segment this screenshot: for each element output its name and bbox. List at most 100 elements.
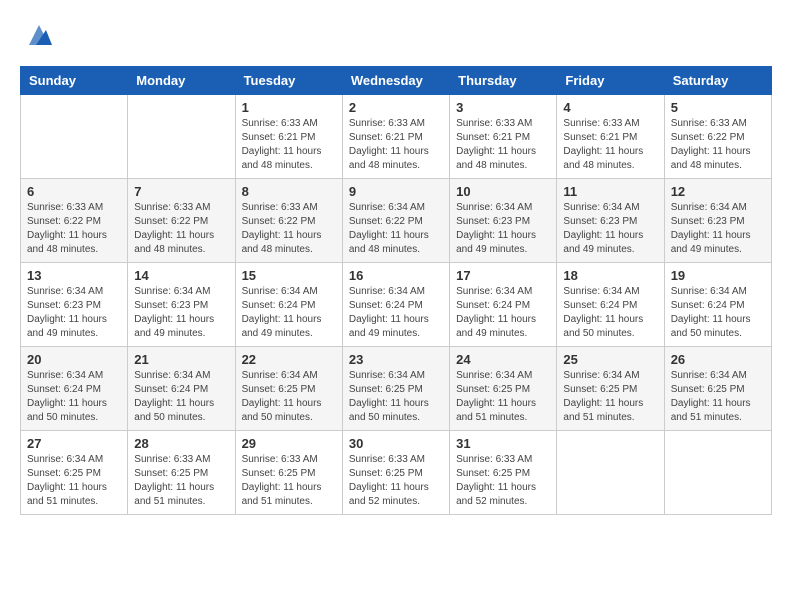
calendar-cell: 25Sunrise: 6:34 AM Sunset: 6:25 PM Dayli… <box>557 347 664 431</box>
calendar-cell <box>664 431 771 515</box>
calendar-header-row: SundayMondayTuesdayWednesdayThursdayFrid… <box>21 67 772 95</box>
day-number: 2 <box>349 100 443 115</box>
calendar-cell: 30Sunrise: 6:33 AM Sunset: 6:25 PM Dayli… <box>342 431 449 515</box>
day-info: Sunrise: 6:34 AM Sunset: 6:22 PM Dayligh… <box>349 201 443 257</box>
day-info: Sunrise: 6:33 AM Sunset: 6:25 PM Dayligh… <box>242 453 336 509</box>
calendar-week-row: 20 Sunrise: 6:34 AM Sunset: 6:24 PM Dayli… <box>21 347 772 431</box>
day-info: Sunrise: 6:34 AM Sunset: 6:23 PM Dayligh… <box>671 201 765 257</box>
day-info: Sunrise: 6:34 AM Sunset: 6:24 PM Dayligh… <box>134 369 228 425</box>
calendar-cell: 24 Sunrise: 6:34 AM Sunset: 6:25 PM Dayli… <box>450 347 557 431</box>
calendar-cell: 23 Sunrise: 6:34 AM Sunset: 6:25 PM Dayli… <box>342 347 449 431</box>
weekday-header: Tuesday <box>235 67 342 95</box>
calendar-cell: 29 Sunrise: 6:33 AM Sunset: 6:25 PM Dayli… <box>235 431 342 515</box>
day-number: 17 <box>456 268 550 283</box>
weekday-header: Thursday <box>450 67 557 95</box>
day-number: 29 <box>242 436 336 451</box>
day-info: Sunrise: 6:34 AM Sunset: 6:24 PM Dayligh… <box>671 285 765 341</box>
calendar-cell: 14 Sunrise: 6:34 AM Sunset: 6:23 PM Dayli… <box>128 263 235 347</box>
day-info: Sunrise: 6:34 AM Sunset: 6:23 PM Dayligh… <box>456 201 550 257</box>
day-number: 6 <box>27 184 121 199</box>
day-number: 21 <box>134 352 228 367</box>
day-number: 10 <box>456 184 550 199</box>
day-info: Sunrise: 6:34 AM Sunset: 6:24 PM Dayligh… <box>242 285 336 341</box>
calendar-cell: 13 Sunrise: 6:34 AM Sunset: 6:23 PM Dayli… <box>21 263 128 347</box>
day-info: Sunrise: 6:33 AM Sunset: 6:21 PM Dayligh… <box>349 117 443 173</box>
day-info: Sunrise: 6:34 AM Sunset: 6:24 PM Dayligh… <box>27 369 121 425</box>
day-number: 16 <box>349 268 443 283</box>
calendar-cell: 28 Sunrise: 6:33 AM Sunset: 6:25 PM Dayli… <box>128 431 235 515</box>
day-info: Sunrise: 6:34 AM Sunset: 6:23 PM Dayligh… <box>134 285 228 341</box>
day-info: Sunrise: 6:34 AM Sunset: 6:25 PM Dayligh… <box>671 369 765 425</box>
day-number: 4 <box>563 100 657 115</box>
day-number: 22 <box>242 352 336 367</box>
calendar-cell: 17 Sunrise: 6:34 AM Sunset: 6:24 PM Dayli… <box>450 263 557 347</box>
day-info: Sunrise: 6:34 AM Sunset: 6:25 PM Dayligh… <box>563 369 657 425</box>
day-number: 1 <box>242 100 336 115</box>
day-number: 14 <box>134 268 228 283</box>
calendar-cell: 15 Sunrise: 6:34 AM Sunset: 6:24 PM Dayli… <box>235 263 342 347</box>
calendar-cell: 7Sunrise: 6:33 AM Sunset: 6:22 PM Daylig… <box>128 179 235 263</box>
calendar-cell: 6 Sunrise: 6:33 AM Sunset: 6:22 PM Daylig… <box>21 179 128 263</box>
calendar-cell <box>128 95 235 179</box>
calendar-cell: 11Sunrise: 6:34 AM Sunset: 6:23 PM Dayli… <box>557 179 664 263</box>
day-number: 24 <box>456 352 550 367</box>
calendar-cell: 21 Sunrise: 6:34 AM Sunset: 6:24 PM Dayli… <box>128 347 235 431</box>
calendar-cell: 22 Sunrise: 6:34 AM Sunset: 6:25 PM Dayli… <box>235 347 342 431</box>
calendar-cell: 3 Sunrise: 6:33 AM Sunset: 6:21 PM Daylig… <box>450 95 557 179</box>
day-info: Sunrise: 6:33 AM Sunset: 6:25 PM Dayligh… <box>456 453 550 509</box>
day-number: 23 <box>349 352 443 367</box>
calendar-cell: 20 Sunrise: 6:34 AM Sunset: 6:24 PM Dayli… <box>21 347 128 431</box>
day-info: Sunrise: 6:33 AM Sunset: 6:21 PM Dayligh… <box>563 117 657 173</box>
day-number: 9 <box>349 184 443 199</box>
day-number: 26 <box>671 352 765 367</box>
calendar-cell: 8 Sunrise: 6:33 AM Sunset: 6:22 PM Daylig… <box>235 179 342 263</box>
day-number: 20 <box>27 352 121 367</box>
day-number: 7 <box>134 184 228 199</box>
day-number: 5 <box>671 100 765 115</box>
logo <box>20 20 54 50</box>
day-number: 12 <box>671 184 765 199</box>
calendar-cell <box>557 431 664 515</box>
day-info: Sunrise: 6:33 AM Sunset: 6:25 PM Dayligh… <box>134 453 228 509</box>
day-number: 15 <box>242 268 336 283</box>
day-info: Sunrise: 6:34 AM Sunset: 6:23 PM Dayligh… <box>27 285 121 341</box>
day-number: 31 <box>456 436 550 451</box>
calendar-cell: 4 Sunrise: 6:33 AM Sunset: 6:21 PM Daylig… <box>557 95 664 179</box>
calendar-week-row: 13 Sunrise: 6:34 AM Sunset: 6:23 PM Dayli… <box>21 263 772 347</box>
day-info: Sunrise: 6:34 AM Sunset: 6:24 PM Dayligh… <box>456 285 550 341</box>
day-info: Sunrise: 6:34 AM Sunset: 6:25 PM Dayligh… <box>242 369 336 425</box>
day-info: Sunrise: 6:33 AM Sunset: 6:25 PM Dayligh… <box>349 453 443 509</box>
calendar-cell: 16 Sunrise: 6:34 AM Sunset: 6:24 PM Dayli… <box>342 263 449 347</box>
day-info: Sunrise: 6:34 AM Sunset: 6:25 PM Dayligh… <box>27 453 121 509</box>
day-info: Sunrise: 6:33 AM Sunset: 6:22 PM Dayligh… <box>242 201 336 257</box>
day-info: Sunrise: 6:34 AM Sunset: 6:24 PM Dayligh… <box>563 285 657 341</box>
day-info: Sunrise: 6:33 AM Sunset: 6:21 PM Dayligh… <box>456 117 550 173</box>
weekday-header: Sunday <box>21 67 128 95</box>
day-number: 19 <box>671 268 765 283</box>
weekday-header: Monday <box>128 67 235 95</box>
day-info: Sunrise: 6:34 AM Sunset: 6:25 PM Dayligh… <box>349 369 443 425</box>
day-number: 28 <box>134 436 228 451</box>
day-number: 13 <box>27 268 121 283</box>
calendar-cell: 12 Sunrise: 6:34 AM Sunset: 6:23 PM Dayli… <box>664 179 771 263</box>
day-number: 3 <box>456 100 550 115</box>
calendar-table: SundayMondayTuesdayWednesdayThursdayFrid… <box>20 66 772 515</box>
calendar-cell: 18 Sunrise: 6:34 AM Sunset: 6:24 PM Dayli… <box>557 263 664 347</box>
day-number: 18 <box>563 268 657 283</box>
day-number: 8 <box>242 184 336 199</box>
calendar-cell: 9 Sunrise: 6:34 AM Sunset: 6:22 PM Daylig… <box>342 179 449 263</box>
day-info: Sunrise: 6:34 AM Sunset: 6:23 PM Dayligh… <box>563 201 657 257</box>
calendar-cell <box>21 95 128 179</box>
day-info: Sunrise: 6:33 AM Sunset: 6:22 PM Dayligh… <box>27 201 121 257</box>
weekday-header: Wednesday <box>342 67 449 95</box>
calendar-cell: 2 Sunrise: 6:33 AM Sunset: 6:21 PM Daylig… <box>342 95 449 179</box>
day-number: 27 <box>27 436 121 451</box>
calendar-cell: 26 Sunrise: 6:34 AM Sunset: 6:25 PM Dayli… <box>664 347 771 431</box>
day-info: Sunrise: 6:33 AM Sunset: 6:21 PM Dayligh… <box>242 117 336 173</box>
day-info: Sunrise: 6:34 AM Sunset: 6:25 PM Dayligh… <box>456 369 550 425</box>
calendar-week-row: 6 Sunrise: 6:33 AM Sunset: 6:22 PM Daylig… <box>21 179 772 263</box>
calendar-cell: 27 Sunrise: 6:34 AM Sunset: 6:25 PM Dayli… <box>21 431 128 515</box>
day-info: Sunrise: 6:34 AM Sunset: 6:24 PM Dayligh… <box>349 285 443 341</box>
page-header <box>20 20 772 50</box>
calendar-week-row: 1 Sunrise: 6:33 AM Sunset: 6:21 PM Daylig… <box>21 95 772 179</box>
